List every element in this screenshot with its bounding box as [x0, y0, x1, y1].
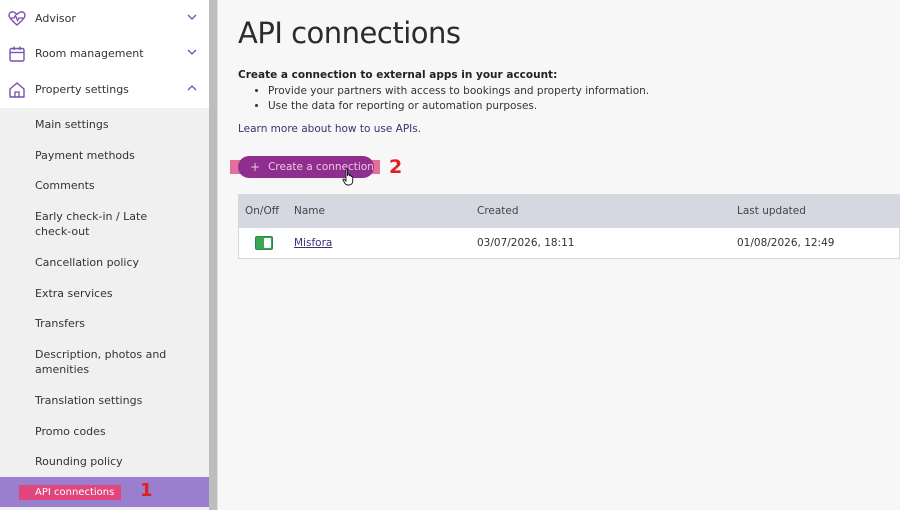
hand-cursor-icon	[342, 168, 354, 186]
column-header-name[interactable]: Name	[294, 205, 325, 217]
house-icon	[8, 81, 26, 99]
sidebar-item-comments[interactable]: Comments	[35, 178, 185, 193]
intro-bullets: Provide your partners with access to boo…	[268, 84, 649, 114]
scrollbar-thumb[interactable]	[209, 0, 217, 510]
intro-heading: Create a connection to external apps in …	[238, 69, 558, 81]
enabled-toggle[interactable]	[255, 236, 273, 250]
toggle-knob	[264, 238, 271, 248]
table-row: Misfora 03/07/2026, 18:11 01/08/2026, 12…	[239, 228, 899, 258]
heart-pulse-icon	[8, 10, 26, 28]
sidebar-item-extra-services[interactable]: Extra services	[35, 286, 185, 301]
sidebar-item-label: API connections	[19, 485, 122, 500]
chevron-down-icon	[187, 49, 197, 55]
sidebar-item-label: Advisor	[35, 12, 76, 25]
button-label: Create a connection	[268, 161, 374, 173]
updated-date: 01/08/2026, 12:49	[737, 237, 835, 249]
column-header-onoff: On/Off	[245, 205, 279, 217]
chevron-up-icon	[187, 85, 197, 91]
sidebar-item-label: Property settings	[35, 83, 129, 96]
sidebar-item-cancellation-policy[interactable]: Cancellation policy	[35, 255, 185, 270]
sidebar-item-transfers[interactable]: Transfers	[35, 316, 185, 331]
sidebar-scrollbar[interactable]	[209, 0, 217, 510]
connection-name-link[interactable]: Misfora	[294, 237, 332, 249]
chevron-down-icon	[187, 14, 197, 20]
learn-more-link[interactable]: Learn more about how to use APIs.	[238, 123, 421, 135]
sidebar-item-label: Room management	[35, 47, 144, 60]
created-date: 03/07/2026, 18:11	[477, 237, 575, 249]
bullet-item: Provide your partners with access to boo…	[268, 84, 649, 99]
sidebar-item-payment-methods[interactable]: Payment methods	[35, 148, 185, 163]
sidebar-item-rounding-policy[interactable]: Rounding policy	[35, 454, 185, 469]
connections-table: On/Off Name Created Last updated Misfora…	[238, 194, 900, 259]
sidebar-item-property-settings[interactable]: Property settings	[0, 71, 209, 108]
sidebar: Advisor Room management Property setting…	[0, 0, 210, 510]
column-header-last-updated[interactable]: Last updated	[737, 205, 806, 217]
page-title: API connections	[238, 16, 461, 50]
step-marker-1: 1	[140, 480, 153, 501]
sidebar-item-promo-codes[interactable]: Promo codes	[35, 424, 185, 439]
property-settings-submenu	[0, 108, 209, 510]
bullet-item: Use the data for reporting or automation…	[268, 99, 649, 114]
sidebar-item-advisor[interactable]: Advisor	[0, 0, 209, 37]
sidebar-item-room-management[interactable]: Room management	[0, 35, 209, 72]
table-header: On/Off Name Created Last updated	[239, 195, 899, 228]
calendar-icon	[8, 45, 26, 63]
main-divider	[217, 0, 218, 510]
plus-icon: +	[250, 160, 261, 174]
sidebar-item-main-settings[interactable]: Main settings	[35, 117, 185, 132]
column-header-created[interactable]: Created	[477, 205, 519, 217]
sidebar-item-translation-settings[interactable]: Translation settings	[35, 393, 185, 408]
sidebar-item-early-late-check[interactable]: Early check-in / Late check-out	[35, 209, 180, 239]
step-marker-2: 2	[389, 156, 403, 178]
sidebar-item-description-photos[interactable]: Description, photos and amenities	[35, 347, 175, 377]
